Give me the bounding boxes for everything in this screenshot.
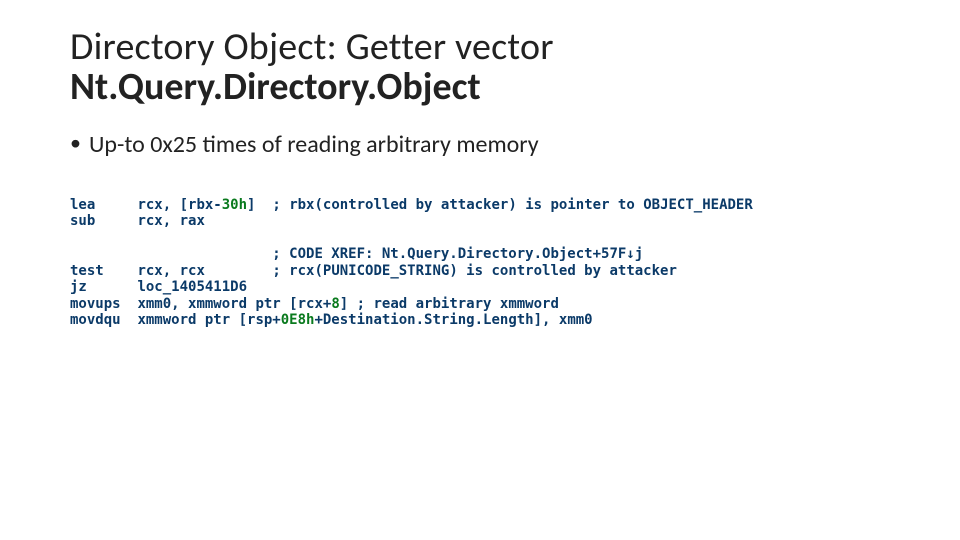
code-mnem: jz xyxy=(70,279,87,295)
code-ops: loc_1405411D6 xyxy=(137,279,247,295)
code-ops: rcx, rcx xyxy=(137,263,204,279)
code-ops: ] xyxy=(247,197,255,213)
slide: Directory Object: Getter vector Nt.Query… xyxy=(0,0,960,540)
code-mnem: movups xyxy=(70,296,121,312)
code-ops: +Destination.String.Length], xmm0 xyxy=(314,312,592,328)
code-comment: ; read arbitrary xmmword xyxy=(357,296,559,312)
code-ops: xmm0, xmmword ptr [rcx+ xyxy=(137,296,331,312)
code-ops: xmmword ptr [rsp+ xyxy=(137,312,280,328)
bullet-dot: • xyxy=(70,130,81,156)
title-line-2: Nt.Query.Directory.Object xyxy=(70,68,890,108)
disassembly-block: lea rcx, [rbx-30h] ; rbx(controlled by a… xyxy=(70,197,890,329)
code-mnem: test xyxy=(70,263,104,279)
code-comment: ; rcx(PUNICODE_STRING) is controlled by … xyxy=(272,263,677,279)
code-comment: ; CODE XREF: Nt.Query.Directory.Object+5… xyxy=(272,246,643,262)
code-num: 30h xyxy=(222,197,247,213)
code-ops: rcx, rax xyxy=(137,213,204,229)
code-comment: ; rbx(controlled by attacker) is pointer… xyxy=(272,197,752,213)
title-line-1: Directory Object: Getter vector xyxy=(70,28,890,68)
code-mnem: sub xyxy=(70,213,95,229)
code-ops: rcx, [rbx- xyxy=(137,197,221,213)
bullet-item: • Up-to 0x25 times of reading arbitrary … xyxy=(70,130,890,159)
code-mnem: lea xyxy=(70,197,95,213)
bullet-text: Up-to 0x25 times of reading arbitrary me… xyxy=(89,130,539,159)
code-num: 8 xyxy=(331,296,339,312)
code-mnem: movdqu xyxy=(70,312,121,328)
code-ops: ] xyxy=(340,296,357,312)
code-num: 0E8h xyxy=(281,312,315,328)
